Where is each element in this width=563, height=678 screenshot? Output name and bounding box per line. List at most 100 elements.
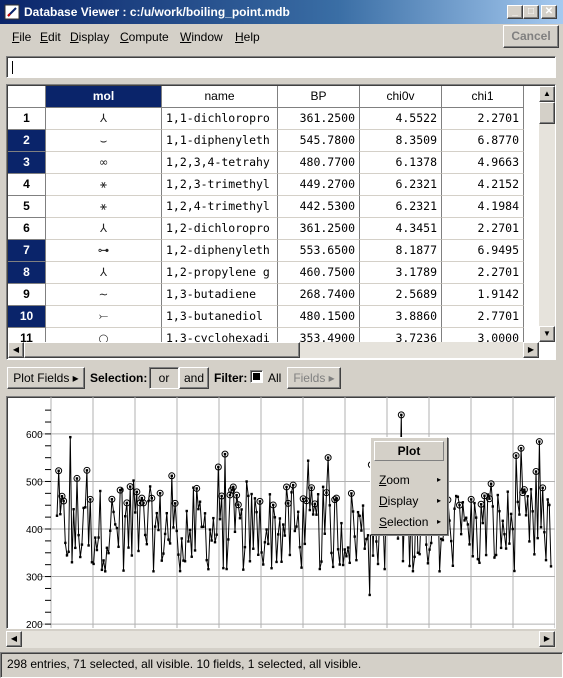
table-cell-chi0v[interactable]: 6.2321 [360, 174, 442, 196]
table-cell-name[interactable]: 1,1-diphenyleth [162, 130, 278, 152]
plot-area[interactable]: 200 300 400 500 600 [6, 396, 556, 629]
table-cell-mol[interactable]: ⊶ [46, 240, 162, 262]
table-cell-chi1[interactable]: 2.2701 [442, 262, 524, 284]
table-cell-mol[interactable]: ⅄ [46, 218, 162, 240]
table-vertical-scrollbar[interactable]: ▲ ▼ [539, 86, 555, 342]
column-header-BP[interactable]: BP [278, 86, 360, 108]
row-header[interactable]: 6 [8, 218, 46, 240]
row-header[interactable]: 2 [8, 130, 46, 152]
table-cell-name[interactable]: 1,2,3-trimethyl [162, 174, 278, 196]
row-header[interactable]: 10 [8, 306, 46, 328]
row-header[interactable]: 9 [8, 284, 46, 306]
scroll-down-arrow-icon[interactable]: ▼ [539, 326, 555, 342]
table-cell-mol[interactable]: ⅄ [46, 262, 162, 284]
scroll-up-arrow-icon[interactable]: ▲ [539, 86, 555, 102]
table-cell-mol[interactable]: ⚹ [46, 174, 162, 196]
menu-window[interactable]: Window [180, 30, 223, 44]
table-horizontal-scrollbar[interactable]: ◀ ▶ [8, 342, 539, 358]
table-cell-chi0v[interactable]: 8.1877 [360, 240, 442, 262]
table-cell-chi0v[interactable]: 2.5689 [360, 284, 442, 306]
table-cell-name[interactable]: 1,2-propylene g [162, 262, 278, 284]
menu-help[interactable]: Help [235, 30, 260, 44]
line-plot[interactable]: 200 300 400 500 600 [7, 397, 556, 629]
column-header-index[interactable] [8, 86, 46, 108]
table-cell-chi0v[interactable]: 6.1378 [360, 152, 442, 174]
column-header-chi0v[interactable]: chi0v [360, 86, 442, 108]
row-header[interactable]: 7 [8, 240, 46, 262]
table-cell-chi0v[interactable]: 6.2321 [360, 196, 442, 218]
close-button[interactable]: ✕ [541, 5, 557, 19]
plot-scroll-left-arrow-icon[interactable]: ◀ [6, 631, 22, 647]
minimize-button[interactable]: _ [507, 5, 523, 19]
table-cell-bp[interactable]: 361.2500 [278, 218, 360, 240]
table-cell-mol[interactable]: ⚹ [46, 196, 162, 218]
table-cell-bp[interactable]: 460.7500 [278, 262, 360, 284]
table-cell-name[interactable]: 1,2-dichloropro [162, 218, 278, 240]
scroll-left-arrow-icon[interactable]: ◀ [8, 342, 24, 358]
table-cell-bp[interactable]: 442.5300 [278, 196, 360, 218]
table-cell-name[interactable]: 1,2,3,4-tetrahy [162, 152, 278, 174]
table-cell-mol[interactable]: ∼ [46, 284, 162, 306]
selection-or-button[interactable]: or [149, 367, 179, 389]
plot-scroll-right-arrow-icon[interactable]: ▶ [539, 631, 555, 647]
menu-edit[interactable]: Edit [40, 30, 61, 44]
table-cell-mol[interactable]: ⅄ [46, 108, 162, 130]
table-cell-name[interactable]: 1,2-diphenyleth [162, 240, 278, 262]
column-header-name[interactable]: name [162, 86, 278, 108]
plot-fields-button[interactable]: Plot Fields ▸ [7, 367, 85, 389]
scroll-right-arrow-icon[interactable]: ▶ [523, 342, 539, 358]
table-vscroll-thumb[interactable] [539, 102, 555, 124]
table-cell-bp[interactable]: 361.2500 [278, 108, 360, 130]
table-cell-chi1[interactable]: 6.8770 [442, 130, 524, 152]
table-cell-chi0v[interactable]: 4.3451 [360, 218, 442, 240]
table-cell-mol[interactable]: ⌣ [46, 130, 162, 152]
menu-display[interactable]: Display [70, 30, 109, 44]
table-cell-chi1[interactable]: 4.2152 [442, 174, 524, 196]
maximize-button[interactable]: □ [523, 5, 539, 19]
table-cell-mol[interactable]: ∞ [46, 152, 162, 174]
table-cell-chi1[interactable]: 4.9663 [442, 152, 524, 174]
table-cell-chi1[interactable]: 2.2701 [442, 108, 524, 130]
context-menu-display[interactable]: Display ▸ [379, 492, 443, 510]
table-cell-bp[interactable]: 449.2700 [278, 174, 360, 196]
menu-file[interactable]: File [12, 30, 31, 44]
table-cell-chi1[interactable]: 2.2701 [442, 218, 524, 240]
row-header[interactable]: 4 [8, 174, 46, 196]
table-cell-chi1[interactable]: 1.9142 [442, 284, 524, 306]
table-cell-chi0v[interactable]: 8.3509 [360, 130, 442, 152]
command-input[interactable] [6, 56, 556, 78]
data-point [57, 469, 60, 472]
table-cell-mol[interactable]: ⤚ [46, 306, 162, 328]
table-cell-bp[interactable]: 268.7400 [278, 284, 360, 306]
context-menu-selection[interactable]: Selection ▸ [379, 513, 443, 531]
table-cell-name[interactable]: 1,3-butanediol [162, 306, 278, 328]
table-cell-chi0v[interactable]: 4.5522 [360, 108, 442, 130]
table-hscroll-thumb[interactable] [24, 342, 300, 358]
table-cell-bp[interactable]: 545.7800 [278, 130, 360, 152]
column-header-chi1[interactable]: chi1 [442, 86, 524, 108]
row-header[interactable]: 5 [8, 196, 46, 218]
table-cell-chi1[interactable]: 4.1984 [442, 196, 524, 218]
table-cell-bp[interactable]: 553.6500 [278, 240, 360, 262]
cancel-button[interactable]: Cancel [503, 25, 559, 48]
table-cell-bp[interactable]: 480.1500 [278, 306, 360, 328]
table-cell-chi0v[interactable]: 3.8860 [360, 306, 442, 328]
row-header[interactable]: 8 [8, 262, 46, 284]
title-bar[interactable]: Database Viewer : c:/u/work/boiling_poin… [0, 0, 563, 24]
selection-and-button[interactable]: and [179, 367, 209, 389]
table-cell-chi1[interactable]: 6.9495 [442, 240, 524, 262]
column-header-mol[interactable]: mol [46, 86, 162, 108]
table-cell-chi1[interactable]: 2.7701 [442, 306, 524, 328]
row-header[interactable]: 3 [8, 152, 46, 174]
table-cell-name[interactable]: 1,2,4-trimethyl [162, 196, 278, 218]
table-cell-name[interactable]: 1,1-dichloropro [162, 108, 278, 130]
plot-horizontal-scrollbar[interactable]: ◀ ▶ [6, 631, 556, 648]
menu-compute[interactable]: Compute [120, 30, 169, 44]
filter-all-checkbox[interactable] [250, 370, 263, 383]
row-header[interactable]: 1 [8, 108, 46, 130]
context-menu-zoom[interactable]: Zoom ▸ [379, 471, 443, 489]
table-cell-name[interactable]: 1,3-butadiene [162, 284, 278, 306]
table-cell-bp[interactable]: 480.7700 [278, 152, 360, 174]
table-cell-chi0v[interactable]: 3.1789 [360, 262, 442, 284]
fields-button[interactable]: Fields ▸ [287, 367, 341, 389]
